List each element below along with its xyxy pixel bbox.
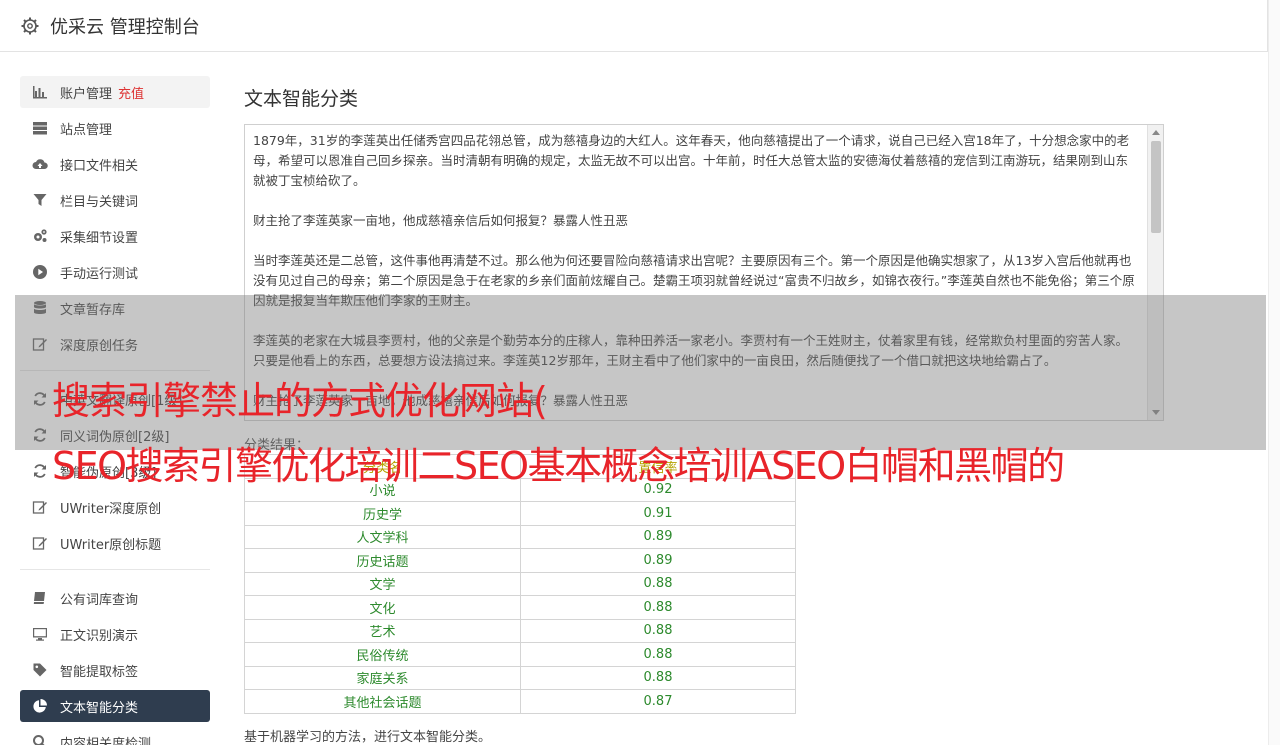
confidence-cell: 0.88	[520, 595, 796, 620]
play-circle-icon	[32, 264, 48, 280]
server-icon	[32, 120, 48, 136]
sidebar-item-label: 站点管理	[60, 122, 113, 138]
confidence-cell: 0.88	[520, 571, 796, 596]
confidence-cell: 0.91	[520, 501, 796, 526]
cloud-upload-icon	[32, 156, 48, 172]
search-icon	[32, 734, 48, 745]
category-cell: 文学	[244, 571, 521, 596]
sidebar-item-collect-settings[interactable]: 采集细节设置	[20, 220, 210, 252]
edit-icon	[32, 535, 48, 551]
app-title: 优采云 管理控制台	[50, 16, 200, 38]
category-cell: 历史学	[244, 501, 521, 526]
category-cell: 人文学科	[244, 524, 521, 549]
sidebar-item-sites[interactable]: 站点管理	[20, 112, 210, 144]
category-cell: 家庭关系	[244, 665, 521, 690]
sidebar-item-text-recognition[interactable]: 正文识别演示	[20, 618, 210, 650]
classification-table: 分类名 置信率 小说 0.92 历史学 0.91 人文学科 0.89 历史话题 0.89…	[244, 454, 796, 714]
category-cell: 其他社会话题	[244, 689, 521, 714]
refresh-icon	[32, 463, 48, 479]
sidebar-item-label: 智能提取标签	[60, 664, 139, 680]
footer-note: 基于机器学习的方法，进行文本智能分类。	[244, 730, 492, 745]
main-content: 文本智能分类 1879年，31岁的李莲英出任储秀宫四品花翎总管，成为慈禧身边的大…	[244, 84, 1164, 745]
sidebar-item-label: 手动运行测试	[60, 266, 139, 282]
sidebar-item-label: UWriter深度原创	[60, 501, 162, 517]
tag-icon	[32, 662, 48, 678]
bar-chart-icon	[32, 84, 48, 100]
app-window: 优采云 管理控制台 账户管理 充值 站点管理 接口文件相关 栏目与关键词 采集细…	[0, 0, 1280, 745]
table-row: 历史话题 0.89	[244, 548, 796, 573]
cogs-icon	[32, 228, 48, 244]
table-row: 文学 0.88	[244, 571, 796, 596]
sidebar-item-label: 接口文件相关	[60, 158, 139, 174]
recharge-link[interactable]: 充值	[118, 83, 144, 102]
sidebar-item-label: 采集细节设置	[60, 230, 139, 246]
table-row: 其他社会话题 0.87	[244, 689, 796, 714]
edit-icon	[32, 499, 48, 515]
sidebar-item-relevance-check[interactable]: 内容相关度检测	[20, 726, 210, 745]
table-row: 历史学 0.91	[244, 501, 796, 526]
category-cell: 民俗传统	[244, 642, 521, 667]
scrollbar-thumb[interactable]	[1151, 141, 1161, 233]
table-row: 家庭关系 0.88	[244, 665, 796, 690]
sidebar-item-tag-extraction[interactable]: 智能提取标签	[20, 654, 210, 686]
sidebar-item-columns-keywords[interactable]: 栏目与关键词	[20, 184, 210, 216]
sidebar-item-manual-run[interactable]: 手动运行测试	[20, 256, 210, 288]
table-row: 人文学科 0.89	[244, 524, 796, 549]
sidebar-divider	[20, 569, 210, 570]
category-cell: 历史话题	[244, 548, 521, 573]
overlay-headline-line1: 搜索引擎禁止的方式优化网站(	[52, 379, 548, 423]
sidebar-item-public-lexicon[interactable]: 公有词库查询	[20, 582, 210, 614]
sidebar-item-label: UWriter原创标题	[60, 537, 162, 553]
sidebar-item-label: 公有词库查询	[60, 592, 139, 608]
confidence-cell: 0.89	[520, 524, 796, 549]
filter-icon	[32, 192, 48, 208]
sidebar-item-label: 正文识别演示	[60, 628, 139, 644]
sidebar-item-text-classification[interactable]: 文本智能分类	[20, 690, 210, 722]
category-cell: 文化	[244, 595, 521, 620]
confidence-cell: 0.88	[520, 665, 796, 690]
confidence-cell: 0.88	[520, 618, 796, 643]
category-cell: 艺术	[244, 618, 521, 643]
confidence-cell: 0.88	[520, 642, 796, 667]
sidebar-item-uwriter-title[interactable]: UWriter原创标题	[20, 527, 210, 559]
table-row: 艺术 0.88	[244, 618, 796, 643]
monitor-icon	[32, 626, 48, 642]
sidebar-item-label: 内容相关度检测	[60, 736, 152, 745]
sidebar-item-interface-files[interactable]: 接口文件相关	[20, 148, 210, 180]
sidebar-item-label: 账户管理	[60, 86, 113, 102]
page-title: 文本智能分类	[244, 88, 359, 110]
table-row: 民俗传统 0.88	[244, 642, 796, 667]
sidebar-item-label: 文本智能分类	[60, 700, 139, 716]
top-bar: 优采云 管理控制台	[0, 0, 1268, 52]
confidence-cell: 0.89	[520, 548, 796, 573]
page-scrollbar[interactable]	[1268, 0, 1280, 745]
text-paragraph: 财主抢了李莲英家一亩地，他成慈禧亲信后如何报复？暴露人性丑恶	[253, 213, 629, 228]
confidence-cell: 0.87	[520, 689, 796, 714]
scroll-up-arrow-icon[interactable]	[1152, 130, 1160, 135]
sidebar-item-uwriter-deep[interactable]: UWriter深度原创	[20, 491, 210, 523]
book-icon	[32, 590, 48, 606]
table-row: 文化 0.88	[244, 595, 796, 620]
sidebar-item-account[interactable]: 账户管理 充值	[20, 76, 210, 108]
sidebar-item-label: 栏目与关键词	[60, 194, 139, 210]
overlay-headline-line2: SEO搜索引擎优化培训二SEO基本概念培训ASEO白帽和黑帽的	[52, 444, 1065, 488]
gear-icon	[21, 17, 39, 34]
pie-chart-icon	[32, 698, 48, 714]
text-paragraph: 1879年，31岁的李莲英出任储秀宫四品花翎总管，成为慈禧身边的大红人。这年春天…	[253, 133, 1130, 188]
